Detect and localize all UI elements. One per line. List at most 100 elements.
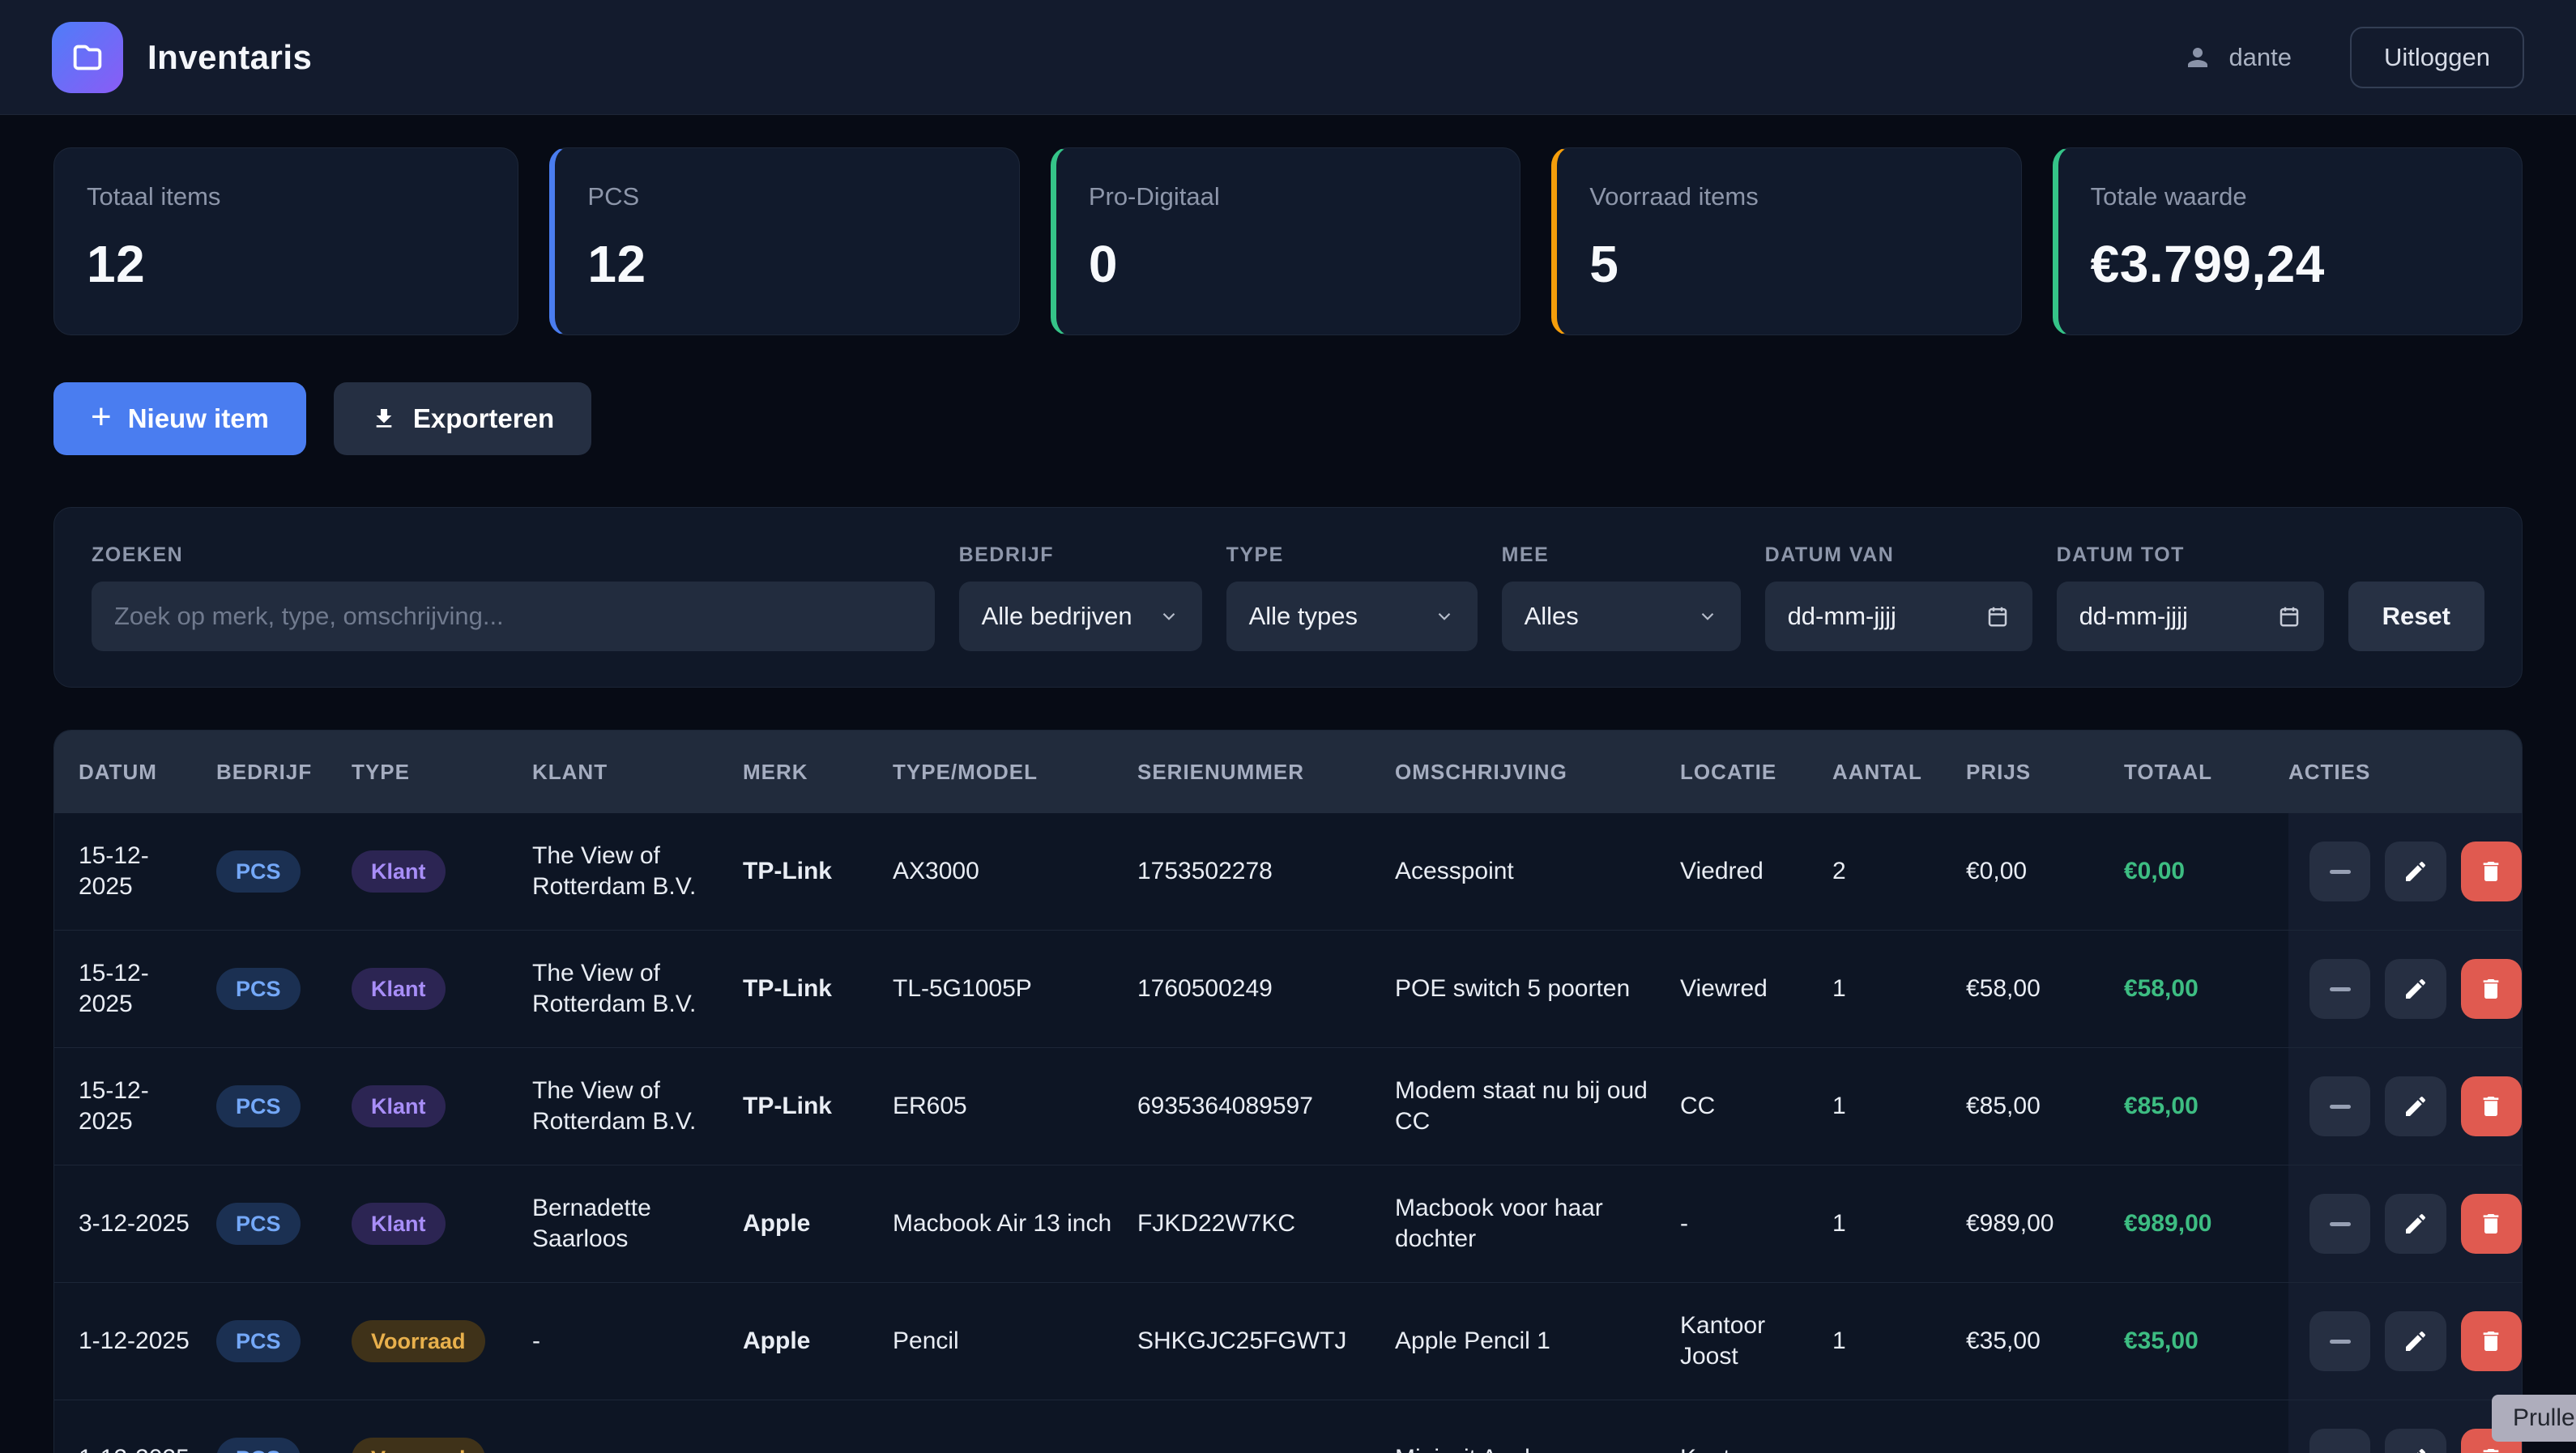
date-from-input[interactable]: dd-mm-jjjj bbox=[1765, 582, 2032, 651]
delete-button[interactable] bbox=[2461, 1311, 2522, 1371]
filter-panel: ZOEKEN BEDRIJF Alle bedrijven TYPE Alle … bbox=[53, 507, 2523, 688]
edit-button[interactable] bbox=[2385, 1311, 2446, 1371]
user-box: dante Uitloggen bbox=[2183, 27, 2524, 88]
delete-button[interactable] bbox=[2461, 1194, 2522, 1254]
cell-serienummer: 6935364089597 bbox=[1137, 1072, 1395, 1141]
cell-prijs bbox=[1966, 1439, 2124, 1453]
company-label: BEDRIJF bbox=[959, 543, 1202, 567]
cell-type-model: Macbook Air 13 inch bbox=[893, 1189, 1137, 1259]
date-to-value: dd-mm-jjjj bbox=[2079, 602, 2188, 631]
cell-totaal bbox=[2124, 1439, 2288, 1453]
delete-button[interactable] bbox=[2461, 842, 2522, 901]
table-row: 15-12-2025 PCS Klant The View of Rotterd… bbox=[54, 931, 2522, 1048]
new-item-button[interactable]: + Nieuw item bbox=[53, 382, 306, 455]
cell-bedrijf: PCS bbox=[216, 1418, 352, 1453]
edit-button[interactable] bbox=[2385, 842, 2446, 901]
company-group: BEDRIJF Alle bedrijven bbox=[959, 543, 1202, 651]
toolbar: + Nieuw item Exporteren bbox=[53, 382, 2523, 455]
cell-bedrijf: PCS bbox=[216, 948, 352, 1029]
cell-totaal: €0,00 bbox=[2124, 837, 2288, 906]
mee-select[interactable]: Alles bbox=[1502, 582, 1741, 651]
decrease-quantity-button[interactable] bbox=[2309, 1076, 2370, 1136]
cell-aantal: 2 bbox=[1832, 837, 1966, 906]
cell-merk bbox=[743, 1439, 893, 1453]
stat-card-pcs: PCS 12 bbox=[549, 147, 1019, 335]
cell-klant: - bbox=[532, 1306, 743, 1376]
cell-type-model bbox=[893, 1439, 1137, 1453]
cell-merk: TP-Link bbox=[743, 1072, 893, 1141]
edit-button[interactable] bbox=[2385, 1429, 2446, 1453]
bedrijf-badge: PCS bbox=[216, 1203, 301, 1245]
cell-locatie: Viewred bbox=[1680, 954, 1832, 1024]
chevron-down-icon bbox=[1434, 606, 1455, 627]
cell-prijs: €989,00 bbox=[1966, 1189, 2124, 1259]
cell-locatie: - bbox=[1680, 1189, 1832, 1259]
cell-type: Voorraad bbox=[352, 1418, 532, 1453]
cell-totaal: €989,00 bbox=[2124, 1189, 2288, 1259]
column-header-omschrijving: OMSCHRIJVING bbox=[1395, 760, 1680, 785]
trash-tooltip: Prulle bbox=[2492, 1395, 2576, 1442]
cell-datum: 15-12-2025 bbox=[79, 939, 216, 1039]
cell-type: Klant bbox=[352, 1066, 532, 1147]
cell-klant: The View of Rotterdam B.V. bbox=[532, 1056, 743, 1157]
table-row: 3-12-2025 PCS Klant Bernadette Saarloos … bbox=[54, 1165, 2522, 1283]
reset-button[interactable]: Reset bbox=[2348, 582, 2484, 651]
table-row: 15-12-2025 PCS Klant The View of Rotterd… bbox=[54, 813, 2522, 931]
type-badge: Klant bbox=[352, 1085, 446, 1127]
company-select[interactable]: Alle bedrijven bbox=[959, 582, 1202, 651]
column-header-bedrijf: BEDRIJF bbox=[216, 760, 352, 785]
cell-aantal: 1 bbox=[1832, 1306, 1966, 1376]
date-from-label: DATUM VAN bbox=[1765, 543, 2032, 567]
delete-button[interactable] bbox=[2461, 959, 2522, 1019]
edit-button[interactable] bbox=[2385, 959, 2446, 1019]
cell-klant: The View of Rotterdam B.V. bbox=[532, 939, 743, 1039]
minus-icon bbox=[2330, 987, 2351, 991]
export-button[interactable]: Exporteren bbox=[334, 382, 591, 455]
column-header-totaal: TOTAAL bbox=[2124, 760, 2288, 785]
cell-locatie: Kantoor Joost bbox=[1680, 1291, 1832, 1391]
trash-icon bbox=[2478, 1093, 2504, 1119]
table-header-row: DATUM BEDRIJF TYPE KLANT MERK TYPE/MODEL… bbox=[54, 731, 2522, 813]
cell-acties bbox=[2288, 813, 2522, 930]
cell-omschrijving: Mini wit Apple bbox=[1395, 1424, 1680, 1453]
decrease-quantity-button[interactable] bbox=[2309, 1429, 2370, 1453]
trash-icon bbox=[2478, 976, 2504, 1002]
trash-icon bbox=[2478, 1446, 2504, 1453]
type-select[interactable]: Alle types bbox=[1226, 582, 1478, 651]
cell-acties bbox=[2288, 1165, 2522, 1282]
stats-row: Totaal items 12 PCS 12 Pro-Digitaal 0 Vo… bbox=[53, 147, 2523, 335]
table-body: 15-12-2025 PCS Klant The View of Rotterd… bbox=[54, 813, 2522, 1453]
topbar: Inventaris dante Uitloggen bbox=[0, 0, 2576, 115]
cell-acties bbox=[2288, 1048, 2522, 1165]
decrease-quantity-button[interactable] bbox=[2309, 959, 2370, 1019]
mee-select-value: Alles bbox=[1525, 602, 1579, 631]
calendar-icon[interactable] bbox=[1985, 604, 2010, 628]
edit-button[interactable] bbox=[2385, 1076, 2446, 1136]
cell-bedrijf: PCS bbox=[216, 831, 352, 912]
date-to-input[interactable]: dd-mm-jjjj bbox=[2057, 582, 2324, 651]
cell-bedrijf: PCS bbox=[216, 1066, 352, 1147]
type-badge: Voorraad bbox=[352, 1320, 485, 1362]
search-input[interactable] bbox=[114, 602, 912, 631]
column-header-merk: MERK bbox=[743, 760, 893, 785]
stat-label: PCS bbox=[587, 182, 986, 211]
stat-value: 0 bbox=[1089, 234, 1487, 294]
cell-aantal: 1 bbox=[1832, 1189, 1966, 1259]
cell-type: Klant bbox=[352, 831, 532, 912]
decrease-quantity-button[interactable] bbox=[2309, 842, 2370, 901]
calendar-icon[interactable] bbox=[2277, 604, 2301, 628]
column-header-aantal: AANTAL bbox=[1832, 760, 1966, 785]
new-item-label: Nieuw item bbox=[128, 403, 269, 434]
delete-button[interactable] bbox=[2461, 1076, 2522, 1136]
cell-serienummer: FJKD22W7KC bbox=[1137, 1189, 1395, 1259]
search-field bbox=[92, 582, 935, 651]
edit-button[interactable] bbox=[2385, 1194, 2446, 1254]
cell-serienummer bbox=[1137, 1439, 1395, 1453]
decrease-quantity-button[interactable] bbox=[2309, 1311, 2370, 1371]
stat-card-pro-digitaal: Pro-Digitaal 0 bbox=[1051, 147, 1520, 335]
decrease-quantity-button[interactable] bbox=[2309, 1194, 2370, 1254]
trash-icon bbox=[2478, 859, 2504, 884]
logout-button[interactable]: Uitloggen bbox=[2350, 27, 2524, 88]
cell-aantal bbox=[1832, 1439, 1966, 1453]
date-from-value: dd-mm-jjjj bbox=[1788, 602, 1896, 631]
